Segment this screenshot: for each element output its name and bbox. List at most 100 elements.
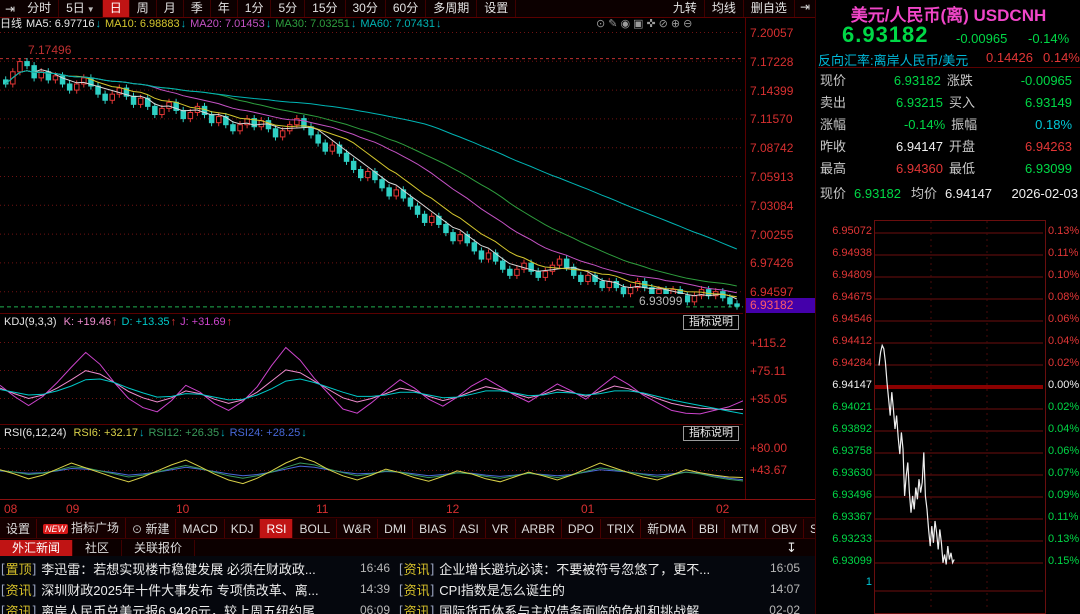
intraday-price-label: 6.94021 <box>832 401 872 413</box>
quote-label: 涨幅 <box>820 117 847 132</box>
news-time: 14:39 <box>359 582 390 596</box>
indicator-tab-新DMA[interactable]: 新DMA <box>641 518 693 539</box>
time-axis-label: 09 <box>66 502 80 516</box>
intraday-price-label: 6.94675 <box>832 291 872 303</box>
indicator-tab-MTM[interactable]: MTM <box>725 518 766 539</box>
indicator-tab-BBI[interactable]: BBI <box>693 518 726 539</box>
menu-item-60分[interactable]: 60分 <box>386 0 427 17</box>
bracket-open: [ <box>399 602 403 614</box>
menu-item-周[interactable]: 周 <box>130 0 157 17</box>
news-title: 深圳财政2025年十件大事发布 专项债改革、离... <box>41 582 319 598</box>
menu-item-九转[interactable]: 九转 <box>666 0 705 17</box>
indicator-tab-DMI[interactable]: DMI <box>378 518 414 539</box>
candlestick-chart[interactable]: 7.17496 6.93099 <box>0 31 743 313</box>
app-window: ⇥ 分时 5日 ▼ 日周月季年 1分 5分 15分 30分 60分 多周期 设置 九转 均线 删自选 ⇥ … <box>0 0 1080 614</box>
indicator-tab-ASI[interactable]: ASI <box>454 518 486 539</box>
collapse-left-icon[interactable]: ⇥ <box>0 2 20 16</box>
download-icon[interactable]: ↧ <box>786 540 797 556</box>
intraday-pct-label: 0.11% <box>1048 247 1079 259</box>
kdj-help-button[interactable]: 指标说明 <box>683 315 739 330</box>
menu-item-年[interactable]: 年 <box>211 0 238 17</box>
news-item[interactable]: [ 资讯 ] 企业增长避坑必读：不要被符号忽悠了，更不... 16:05 <box>398 558 808 578</box>
main-axis-label: 7.20057 <box>750 26 794 40</box>
quote-label: 开盘 <box>949 139 976 154</box>
indicator-tab-BIAS[interactable]: BIAS <box>413 518 454 539</box>
indicator-create-button[interactable]: ⊙ 新建 <box>126 518 177 539</box>
menu-item-日[interactable]: 日 <box>102 0 130 17</box>
menu-item-均线[interactable]: 均线 <box>705 0 744 17</box>
lock-icon[interactable]: ⊘ <box>659 17 668 31</box>
indicator-tabs: MACD KDJ RSI BOLL W&R DMI BIAS ASI VR ARBR DPO TRIX… <box>176 518 842 539</box>
news-list: [ 置顶 ] 李迅雷：若想实现楼市稳健发展 必须在财政政... 16:46[ 资讯 … <box>0 556 815 614</box>
menu-item-设置[interactable]: 设置 <box>477 0 517 17</box>
zoom-in-icon[interactable]: ⊕ <box>671 17 680 31</box>
quote-label: 最低 <box>949 161 976 176</box>
news-item[interactable]: [ 资讯 ] CPI指数是怎么诞生的 14:07 <box>398 579 808 599</box>
news-tab-外汇新闻[interactable]: 外汇新闻 <box>0 539 74 557</box>
hand-icon[interactable]: ✜ <box>646 17 655 31</box>
news-title: 企业增长避坑必读：不要被符号忽悠了，更不... <box>439 561 711 577</box>
rsi-header: RSI(6,12,24) RSI6: +32.17↓ RSI12: +26.35↓… <box>4 427 311 439</box>
eye-icon[interactable]: ◉ <box>620 17 630 31</box>
news-item[interactable]: [ 资讯 ] 深圳财政2025年十件大事发布 专项债改革、离... 14:39 <box>0 579 398 599</box>
period-menubar: ⇥ 分时 5日 ▼ 日周月季年 1分 5分 15分 30分 60分 多周期 设置 九转 均线 删自选 ⇥ <box>0 0 815 18</box>
indicator-tab-ARBR[interactable]: ARBR <box>516 518 562 539</box>
indicator-tab-RSI[interactable]: RSI <box>260 518 294 539</box>
news-time: 14:07 <box>769 582 800 596</box>
indicator-tab-MACD[interactable]: MACD <box>176 518 225 539</box>
cur-value: 6.93182 <box>854 186 902 201</box>
pencil-icon[interactable]: ✎ <box>608 17 617 31</box>
news-title: 国际货币体系与主权债务面临的危机和挑战解... <box>439 603 711 614</box>
indicator-tab-DPO[interactable]: DPO <box>562 518 601 539</box>
quote-date: 2026-02-03 <box>1011 186 1079 201</box>
reverse-rate-value: 0.14426 <box>986 50 1033 65</box>
indicator-tab-BOLL[interactable]: BOLL <box>293 518 338 539</box>
intraday-price-label: 6.93892 <box>832 423 872 435</box>
kdj-hdr-arrow-icon: ↑ <box>112 316 118 328</box>
bracket-open: [ <box>1 581 5 597</box>
rsi-axis-label: +43.67 <box>750 463 788 477</box>
menu-item-5日[interactable]: 5日 ▼ <box>59 0 103 17</box>
news-tag: 置顶 <box>5 561 32 577</box>
zoom-out-icon[interactable]: ⊖ <box>683 17 692 31</box>
indicator-settings-button[interactable]: 设置 <box>0 518 38 539</box>
menu-item-5分[interactable]: 5分 <box>271 0 306 17</box>
indicator-tab-VR[interactable]: VR <box>486 518 516 539</box>
kdj-pane[interactable]: KDJ(9,3,3) K: +19.46↑ D: +13.35↑ J: +31.69… <box>0 313 743 425</box>
indicator-plaza-button[interactable]: NEW 指标广场 <box>37 518 127 539</box>
menu-item-1分[interactable]: 1分 <box>238 0 272 17</box>
news-item[interactable]: [ 资讯 ] 国际货币体系与主权债务面临的危机和挑战解... 02-02 <box>398 600 808 614</box>
menu-item-删自选[interactable]: 删自选 <box>744 0 795 17</box>
menu-item-季[interactable]: 季 <box>184 0 211 17</box>
menu-item-15分[interactable]: 15分 <box>305 0 346 17</box>
menu-item-分时[interactable]: 分时 <box>20 0 60 17</box>
time-axis-label: 12 <box>446 502 460 516</box>
menu-item-多周期[interactable]: 多周期 <box>426 0 478 17</box>
intraday-pct-label: 0.02% <box>1048 401 1080 413</box>
news-tab-社区[interactable]: 社区 <box>73 539 123 557</box>
indicator-tab-TRIX[interactable]: TRIX <box>601 518 642 539</box>
indicator-tab-W&R[interactable]: W&R <box>337 518 379 539</box>
collapse-right-icon[interactable]: ⇥ <box>795 0 815 17</box>
intraday-price-label: 6.94546 <box>832 313 872 325</box>
intraday-price-label: 6.94147 <box>832 379 872 391</box>
gear-icon[interactable]: ⊙ <box>596 17 605 31</box>
menu-item-30分[interactable]: 30分 <box>346 0 386 17</box>
rsi-pane[interactable]: RSI(6,12,24) RSI6: +32.17↓ RSI12: +26.35↓… <box>0 424 743 500</box>
indicator-tab-OBV[interactable]: OBV <box>766 518 804 539</box>
bracket-close: ] <box>32 602 37 614</box>
rsi-help-button[interactable]: 指标说明 <box>683 426 739 441</box>
quote-label: 现价 <box>820 73 847 88</box>
indicator-tab-KDJ[interactable]: KDJ <box>225 518 261 539</box>
panel-icon[interactable]: ▣ <box>633 17 643 31</box>
quote-row: 最高 6.94360 最低 6.93099 <box>820 158 1078 180</box>
bracket-close: ] <box>32 581 37 597</box>
news-tab-关联报价[interactable]: 关联报价 <box>122 539 196 557</box>
main-axis-label: 7.14399 <box>750 83 794 98</box>
news-item[interactable]: [ 置顶 ] 李迅雷：若想实现楼市稳健发展 必须在财政政... 16:46 <box>0 558 398 578</box>
menu-item-月[interactable]: 月 <box>157 0 184 17</box>
menubar-right-group: 九转 均线 删自选 ⇥ <box>666 0 815 17</box>
news-item[interactable]: [ 资讯 ] 离岸人民币兑美元报6.9426元，较上周五纽约尾... 06:09 <box>0 600 398 614</box>
chart-tools: ⊙ ✎ ◉ ▣ ✜ ⊘ ⊕ ⊖ <box>596 17 695 31</box>
intraday-chart[interactable] <box>874 220 1046 614</box>
